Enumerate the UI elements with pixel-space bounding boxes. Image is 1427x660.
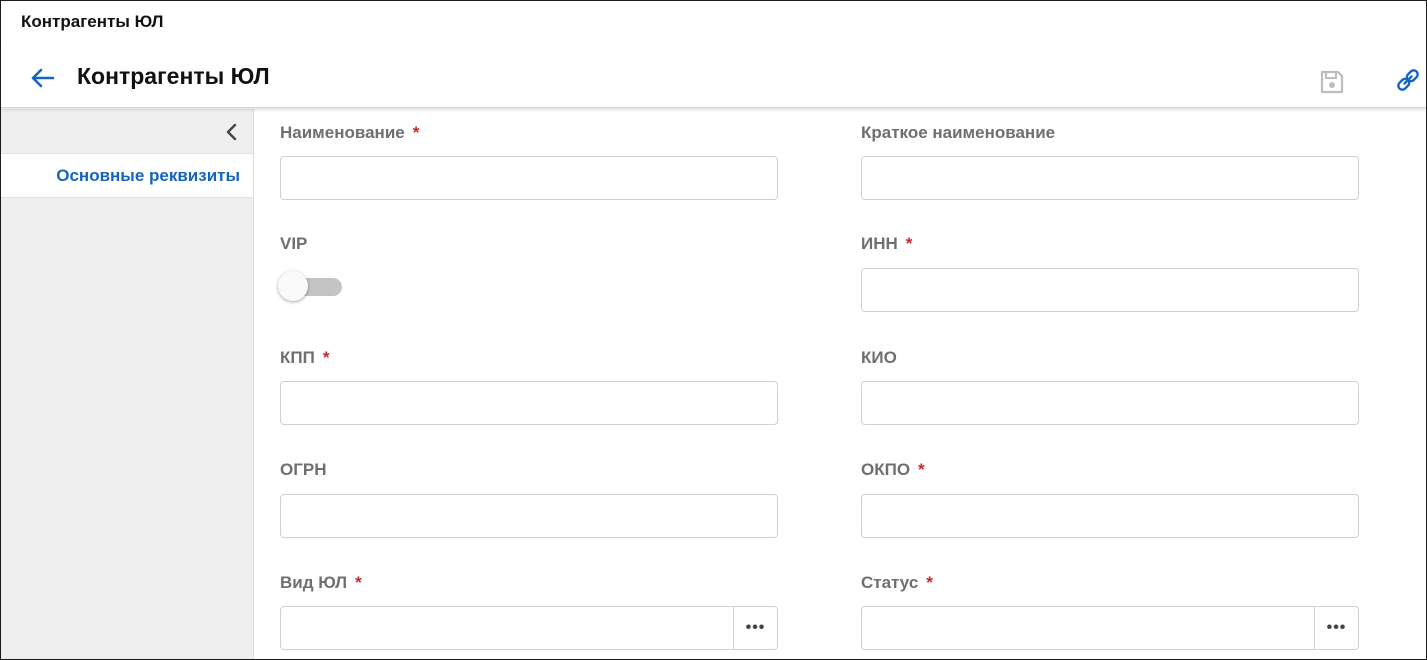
- collapse-sidebar-button[interactable]: [221, 121, 243, 143]
- toggle-knob: [278, 271, 308, 301]
- vid-yul-input[interactable]: [281, 607, 733, 649]
- kratkoe-label: Краткое наименование: [861, 123, 1056, 142]
- field-vid-yul: Вид ЮЛ * •••: [280, 572, 778, 650]
- inn-input[interactable]: [861, 268, 1359, 312]
- arrow-left-icon: [31, 68, 55, 88]
- window-title: Контрагенты ЮЛ: [21, 12, 164, 31]
- field-kio: КИО: [861, 347, 1359, 425]
- required-marker: *: [355, 573, 362, 592]
- required-marker: *: [905, 234, 913, 253]
- status-lookup: •••: [861, 606, 1359, 650]
- kratkoe-input[interactable]: [861, 156, 1359, 200]
- copy-link-button[interactable]: [1393, 65, 1423, 95]
- status-input[interactable]: [862, 607, 1314, 649]
- page-header: Контрагенты ЮЛ: [1, 45, 1426, 108]
- page-title: Контрагенты ЮЛ: [77, 63, 270, 89]
- ogrn-label: ОГРН: [280, 460, 327, 479]
- field-inn: ИНН *: [861, 233, 1359, 312]
- okpo-input[interactable]: [861, 494, 1359, 538]
- field-kpp: КПП *: [280, 347, 778, 425]
- field-status: Статус * •••: [861, 572, 1359, 650]
- ogrn-input[interactable]: [280, 494, 778, 538]
- field-kratkoe: Краткое наименование: [861, 122, 1359, 200]
- naimenovanie-label: Наименование *: [280, 123, 420, 142]
- required-marker: *: [412, 123, 420, 142]
- kio-input[interactable]: [861, 381, 1359, 425]
- required-marker: *: [926, 573, 933, 592]
- status-lookup-button[interactable]: •••: [1314, 607, 1358, 649]
- app-window: Контрагенты ЮЛ Контрагенты ЮЛ Основные р…: [0, 0, 1427, 660]
- vid-yul-label: Вид ЮЛ *: [280, 573, 362, 592]
- okpo-label: ОКПО *: [861, 460, 925, 479]
- kpp-label: КПП *: [280, 348, 330, 367]
- inn-label: ИНН *: [861, 234, 913, 253]
- vid-yul-lookup: •••: [280, 606, 778, 650]
- vid-yul-lookup-button[interactable]: •••: [733, 607, 777, 649]
- field-okpo: ОКПО *: [861, 459, 1359, 538]
- field-naimenovanie: Наименование *: [280, 122, 778, 200]
- vip-label: VIP: [280, 234, 308, 253]
- save-button[interactable]: [1317, 67, 1347, 97]
- required-marker: *: [322, 348, 330, 367]
- kio-label: КИО: [861, 348, 897, 367]
- back-button[interactable]: [27, 63, 57, 93]
- field-vip: VIP: [278, 233, 778, 301]
- field-ogrn: ОГРН: [280, 459, 778, 538]
- required-marker: *: [918, 460, 925, 479]
- link-icon: [1397, 69, 1419, 91]
- sidebar-item-main-details[interactable]: Основные реквизиты: [1, 153, 253, 198]
- chevron-left-icon: [226, 123, 237, 141]
- vip-toggle[interactable]: [278, 271, 344, 301]
- sidebar-item-label: Основные реквизиты: [56, 165, 240, 185]
- naimenovanie-input[interactable]: [280, 156, 778, 200]
- status-label: Статус *: [861, 573, 933, 592]
- sidebar: Основные реквизиты: [1, 109, 254, 659]
- floppy-disk-icon: [1320, 70, 1344, 94]
- kpp-input[interactable]: [280, 381, 778, 425]
